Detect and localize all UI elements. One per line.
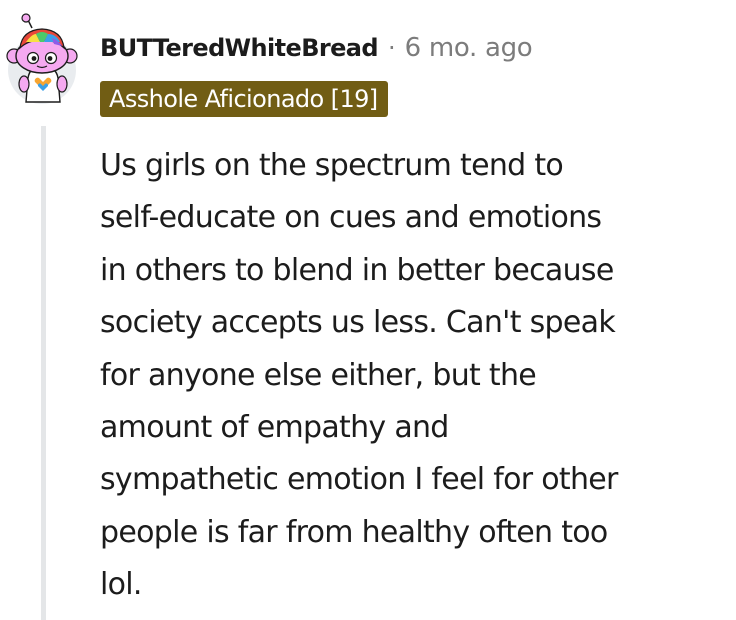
- thread-line[interactable]: [41, 126, 46, 620]
- user-flair: Asshole Aficionado [19]: [100, 81, 388, 117]
- comment-header: BUTTeredWhiteBread · 6 mo. ago: [100, 28, 533, 68]
- comment-timestamp[interactable]: 6 mo. ago: [405, 33, 533, 63]
- comment-body: Us girls on the spectrum tend to self-ed…: [100, 148, 618, 603]
- comment: BUTTeredWhiteBread · 6 mo. ago Asshole A…: [0, 0, 736, 620]
- meta-separator: ·: [387, 34, 396, 62]
- username-link[interactable]: BUTTeredWhiteBread: [100, 34, 379, 62]
- snoo-avatar-icon[interactable]: [6, 12, 78, 106]
